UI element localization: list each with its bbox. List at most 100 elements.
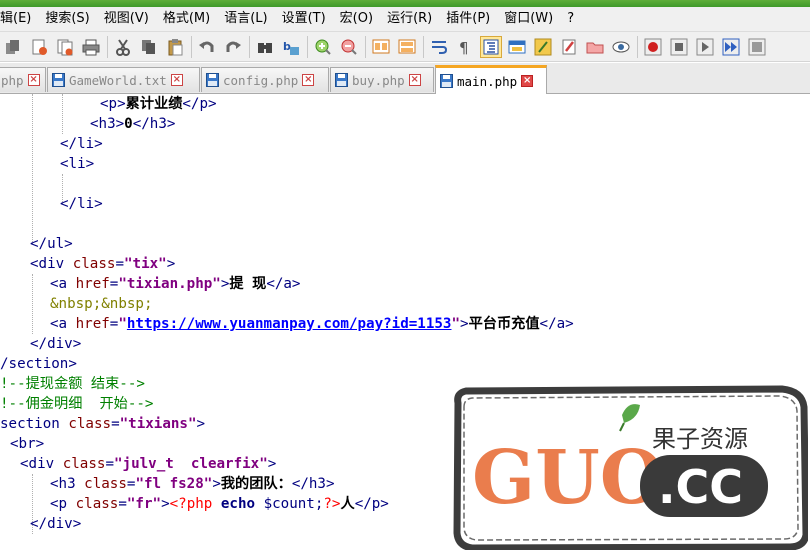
code-tag: </ul> (30, 236, 73, 252)
code-tag: <p (50, 496, 76, 512)
stop-macro-icon[interactable] (668, 36, 690, 58)
word-wrap-icon[interactable] (428, 36, 450, 58)
menu-search[interactable]: 搜索(S) (38, 8, 96, 30)
code-tag: </div> (30, 516, 82, 532)
code-tag: > (460, 316, 469, 332)
close-icon[interactable]: × (408, 74, 421, 86)
print-icon[interactable] (80, 36, 102, 58)
close-all-icon[interactable] (54, 36, 76, 58)
open-folder-icon[interactable] (584, 36, 606, 58)
paste-icon[interactable] (164, 36, 186, 58)
sync-vertical-icon[interactable] (370, 36, 392, 58)
code-line: </div> (30, 514, 81, 534)
zoom-out-icon[interactable] (338, 36, 360, 58)
tab-buy[interactable]: buy.php × (330, 67, 434, 92)
menu-plugins[interactable]: 插件(P) (439, 8, 497, 30)
toolbar: b ¶ (0, 32, 810, 62)
menu-view[interactable]: 视图(V) (97, 8, 156, 30)
code-attr: href (75, 316, 110, 332)
monitoring-eye-icon[interactable] (610, 36, 632, 58)
code-line: <h3 class="fl fs28">我的团队：</h3> (50, 474, 335, 494)
new-file-icon[interactable] (28, 36, 50, 58)
code-php-tag: ?> (323, 496, 341, 512)
show-all-chars-icon[interactable]: ¶ (454, 36, 476, 58)
redo-icon[interactable] (222, 36, 244, 58)
watermark-stamp: GUO .CC 果子资源 (453, 385, 808, 550)
tab-config[interactable]: config.php × (201, 67, 329, 92)
indent-guide (32, 274, 33, 334)
code-tag: </h3> (132, 116, 176, 132)
menu-language[interactable]: 语言(L) (217, 8, 274, 30)
indent-guide (62, 94, 63, 134)
code-line: <h3>0</h3> (90, 114, 175, 134)
code-attr-value: "tixian.php" (118, 276, 221, 292)
code-url-link[interactable]: https://www.yuanmanpay.com/pay?id=1153 (127, 316, 452, 332)
code-keyword: echo (220, 496, 256, 512)
menu-help[interactable]: ? (560, 8, 581, 30)
replace-icon[interactable]: b (280, 36, 302, 58)
code-tag: </div> (30, 336, 82, 352)
code-tag: </a> (539, 316, 574, 332)
save-macro-icon[interactable] (746, 36, 768, 58)
code-tag: </h3> (291, 476, 335, 492)
close-icon[interactable]: × (521, 75, 534, 87)
record-macro-icon[interactable] (642, 36, 664, 58)
code-attr-value: "fr" (126, 496, 162, 512)
close-icon[interactable]: × (170, 74, 183, 86)
code-tag: </a> (266, 276, 301, 292)
code-variable: $count; (263, 496, 324, 512)
menu-run[interactable]: 运行(R) (380, 8, 439, 30)
tab-gameworld[interactable]: GameWorld.txt × (47, 67, 200, 92)
code-tag: <div (20, 456, 63, 472)
code-attr: class (84, 476, 127, 492)
code-comment: !--提现金额 结束--> (0, 376, 145, 392)
saved-file-icon (52, 73, 65, 87)
zoom-in-icon[interactable] (312, 36, 334, 58)
cut-icon[interactable] (112, 36, 134, 58)
menu-edit[interactable]: 辑(E) (0, 8, 38, 30)
sync-horizontal-icon[interactable] (396, 36, 418, 58)
function-list-icon[interactable] (532, 36, 554, 58)
toolbar-separator (365, 35, 366, 58)
run-macro-multiple-icon[interactable] (720, 36, 742, 58)
code-line: !--佣金明细 开始--> (0, 394, 153, 414)
close-icon[interactable]: × (302, 74, 315, 86)
code-line: <br> (10, 434, 44, 454)
menu-format[interactable]: 格式(M) (156, 8, 217, 30)
code-line: <p>累计业绩</p> (100, 94, 217, 114)
code-text: 0 (124, 116, 133, 132)
code-tag: <a (50, 276, 76, 292)
watermark-brand: GUO (472, 435, 664, 521)
menu-macro[interactable]: 宏(O) (333, 8, 380, 30)
code-tag: > (166, 256, 176, 272)
tab-label: php (1, 72, 24, 88)
toolbar-separator (637, 35, 638, 58)
tab-main[interactable]: main.php × (435, 65, 547, 94)
code-attr: href (75, 276, 110, 292)
code-line: <li> (60, 154, 94, 174)
code-attr: class (68, 416, 112, 432)
copy-clip-icon[interactable] (138, 36, 160, 58)
folder-workspace-icon[interactable] (558, 36, 580, 58)
toolbar-separator (107, 35, 108, 58)
code-line: </div> (30, 334, 81, 354)
code-attr-value: "fl fs28" (135, 476, 213, 492)
undo-icon[interactable] (196, 36, 218, 58)
code-tag: <h3> (90, 116, 125, 132)
code-line: <a href="https://www.yuanmanpay.com/pay?… (50, 314, 574, 334)
doc-map-icon[interactable] (506, 36, 528, 58)
indent-guide-icon[interactable] (480, 35, 502, 58)
code-line: </li> (60, 194, 103, 214)
code-attr-value: " (451, 316, 461, 332)
copy-icon[interactable] (2, 36, 24, 58)
menu-window[interactable]: 窗口(W) (497, 8, 560, 30)
close-icon[interactable]: × (27, 74, 40, 86)
tab-label: config.php (223, 72, 299, 88)
code-line: <p class="fr"><?php echo $count;?>人</p> (50, 494, 389, 514)
menu-settings[interactable]: 设置(T) (275, 8, 333, 30)
code-attr-value: "tixians" (119, 416, 197, 432)
tab-php[interactable]: php × (0, 67, 46, 92)
svg-text:¶: ¶ (459, 39, 469, 56)
find-icon[interactable] (254, 36, 276, 58)
play-macro-icon[interactable] (694, 36, 716, 58)
